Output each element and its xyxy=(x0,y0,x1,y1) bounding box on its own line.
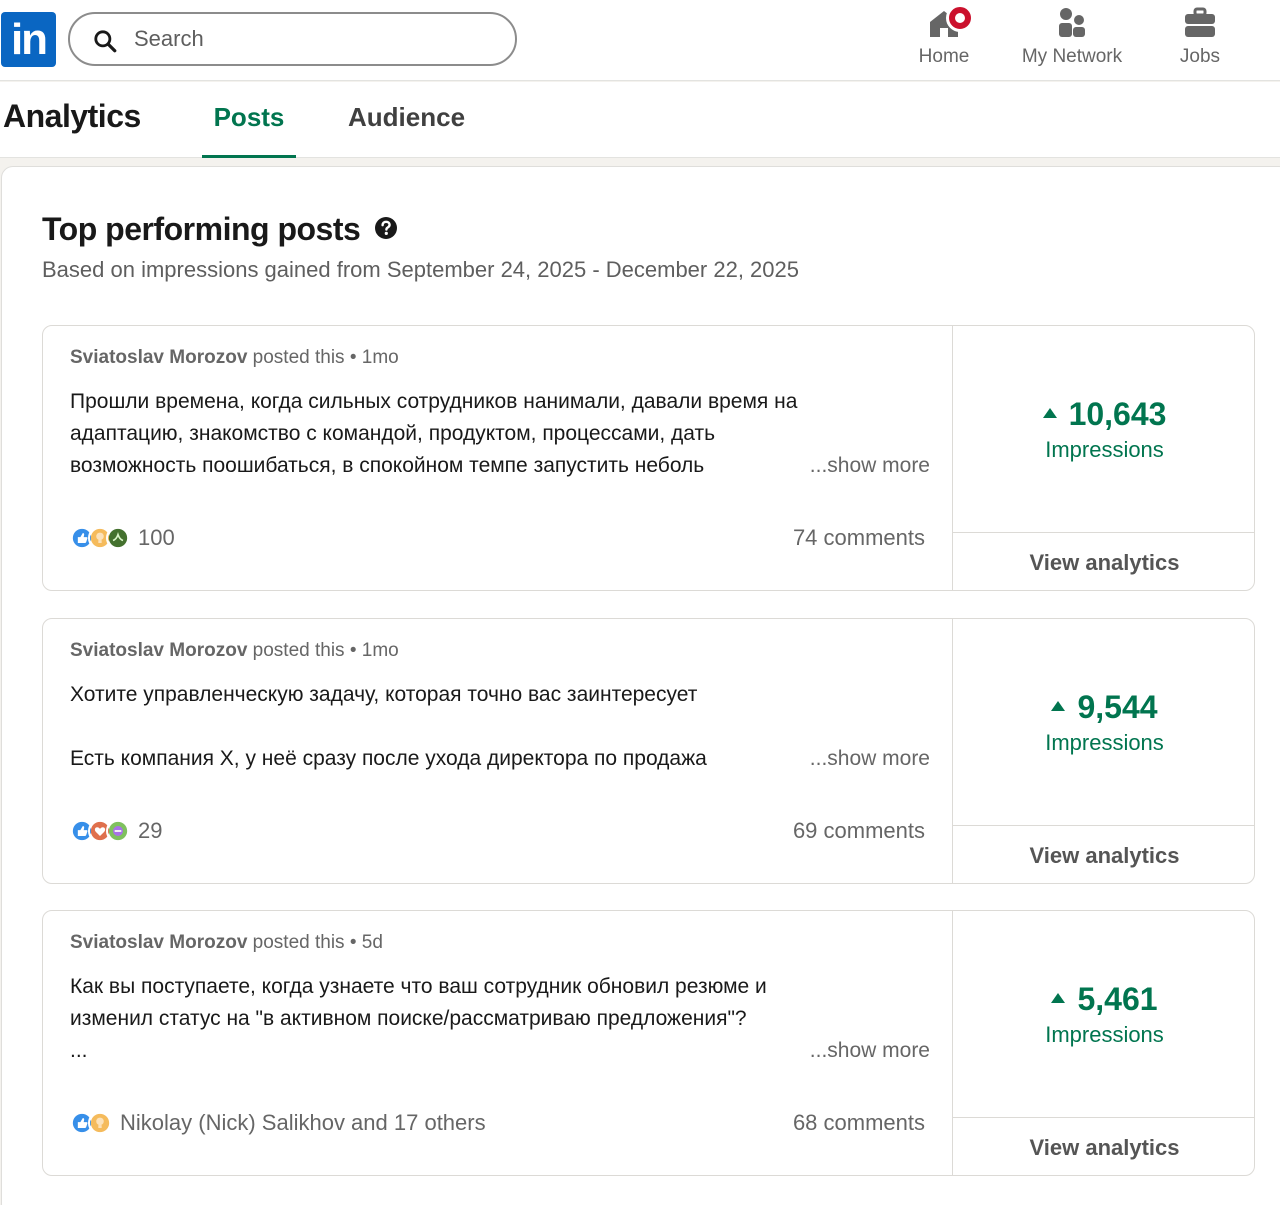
section-title: Top performing posts xyxy=(42,211,361,247)
insightful-reaction-icon xyxy=(88,1111,112,1135)
impressions-value: 5,461 xyxy=(953,981,1254,1018)
post-text-line: изменил статус на "в активном поиске/рас… xyxy=(70,1007,747,1030)
briefcase-icon xyxy=(1185,7,1215,37)
reactions[interactable]: 29 xyxy=(70,817,162,845)
trend-up-icon xyxy=(1042,407,1057,418)
tab-posts[interactable]: Posts xyxy=(202,102,296,158)
post-stats: 5,461 Impressions View analytics xyxy=(953,911,1254,1175)
post-text: Хотите управленческую задачу, которая то… xyxy=(70,679,930,775)
impressions-label: Impressions xyxy=(1045,730,1164,755)
reaction-icons xyxy=(70,819,130,843)
view-analytics-button[interactable]: View analytics xyxy=(953,1118,1254,1175)
impressions-number: 9,544 xyxy=(1077,689,1158,725)
impressions-label: Impressions xyxy=(1045,1022,1164,1047)
post-meta-suffix: posted this • 5d xyxy=(247,932,383,953)
support-reaction-icon xyxy=(106,526,130,550)
section-subtitle: Based on impressions gained from Septemb… xyxy=(42,257,799,282)
post-text-line-content: ... xyxy=(70,1039,88,1062)
impressions-number: 10,643 xyxy=(1068,396,1167,432)
reaction-count: Nikolay (Nick) Salikhov and 17 others xyxy=(120,1110,486,1135)
post-meta: Sviatoslav Morozov posted this • 5d xyxy=(70,932,383,954)
linkedin-logo[interactable]: in xyxy=(1,12,56,67)
post-text-line: Хотите управленческую задачу, которая то… xyxy=(70,683,698,706)
show-more-link[interactable]: ...show more xyxy=(797,743,930,775)
impressions-box: 5,461 Impressions xyxy=(953,911,1254,1118)
reaction-count: 29 xyxy=(138,818,163,843)
post-content[interactable]: Sviatoslav Morozov posted this • 1mo Хот… xyxy=(43,619,953,883)
top-nav: in Home My Network Jobs xyxy=(0,0,1280,81)
post-card: Sviatoslav Morozov posted this • 5d Как … xyxy=(42,910,1255,1176)
impressions-label: Impressions xyxy=(1045,437,1164,462)
reaction-icons xyxy=(70,1111,112,1135)
search-box[interactable] xyxy=(68,12,517,66)
people-icon xyxy=(1059,8,1085,37)
analytics-header: Analytics Posts Audience xyxy=(0,82,1280,158)
post-text-line-content: возможность поошибаться, в спокойном тем… xyxy=(70,454,705,477)
reaction-icons xyxy=(70,526,130,550)
post-meta: Sviatoslav Morozov posted this • 1mo xyxy=(70,640,399,662)
post-stats: 10,643 Impressions View analytics xyxy=(953,326,1254,590)
post-text-line: Как вы поступаете, когда узнаете что ваш… xyxy=(70,975,767,998)
nav-home[interactable]: Home xyxy=(912,4,976,74)
funny-reaction-icon xyxy=(106,819,130,843)
post-text: Как вы поступаете, когда узнаете что ваш… xyxy=(70,971,930,1067)
post-text-line: возможность поошибаться, в спокойном тем… xyxy=(70,450,930,482)
comment-count[interactable]: 69 comments xyxy=(793,818,925,844)
nav-jobs-label: Jobs xyxy=(1179,46,1221,67)
post-content[interactable]: Sviatoslav Morozov posted this • 1mo Про… xyxy=(43,326,953,590)
post-author[interactable]: Sviatoslav Morozov xyxy=(70,347,247,368)
post-content[interactable]: Sviatoslav Morozov posted this • 5d Как … xyxy=(43,911,953,1175)
post-text-line xyxy=(70,711,930,743)
top-posts-card: Top performing posts Based on impression… xyxy=(1,166,1280,1205)
post-stats: 9,544 Impressions View analytics xyxy=(953,619,1254,883)
impressions-number: 5,461 xyxy=(1077,981,1158,1017)
post-card: Sviatoslav Morozov posted this • 1mo Про… xyxy=(42,325,1255,591)
impressions-box: 9,544 Impressions xyxy=(953,619,1254,826)
search-icon xyxy=(94,30,117,53)
post-text: Прошли времена, когда сильных сотруднико… xyxy=(70,386,930,482)
show-more-link[interactable]: ...show more xyxy=(797,1035,930,1067)
nav-my-network[interactable]: My Network xyxy=(1012,6,1132,74)
impressions-box: 10,643 Impressions xyxy=(953,326,1254,533)
nav-my-network-label: My Network xyxy=(1021,46,1123,67)
post-meta-suffix: posted this • 1mo xyxy=(247,347,399,368)
trend-up-icon xyxy=(1051,992,1066,1003)
help-icon[interactable] xyxy=(374,216,398,240)
nav-jobs[interactable]: Jobs xyxy=(1172,6,1228,74)
reactions[interactable]: 100 xyxy=(70,524,175,552)
post-author[interactable]: Sviatoslav Morozov xyxy=(70,932,247,953)
post-meta-suffix: posted this • 1mo xyxy=(247,640,399,661)
post-text-line: Прошли времена, когда сильных сотруднико… xyxy=(70,390,798,413)
impressions-value: 9,544 xyxy=(953,689,1254,726)
post-text-line: ... ...show more xyxy=(70,1035,930,1067)
search-input[interactable] xyxy=(134,24,494,54)
post-text-line-content: Есть компания X, у неё сразу после ухода… xyxy=(70,747,707,770)
tab-audience[interactable]: Audience xyxy=(348,102,465,133)
post-author[interactable]: Sviatoslav Morozov xyxy=(70,640,247,661)
impressions-value: 10,643 xyxy=(953,396,1254,433)
view-analytics-button[interactable]: View analytics xyxy=(953,826,1254,883)
nav-home-label: Home xyxy=(918,46,970,67)
show-more-link[interactable]: ...show more xyxy=(797,450,930,482)
view-analytics-button[interactable]: View analytics xyxy=(953,533,1254,590)
post-text-line: Есть компания X, у неё сразу после ухода… xyxy=(70,743,930,775)
post-text-line: адаптацию, знакомство с командой, продук… xyxy=(70,422,716,445)
trend-up-icon xyxy=(1051,700,1066,711)
reactions[interactable]: Nikolay (Nick) Salikhov and 17 others xyxy=(70,1109,486,1137)
comment-count[interactable]: 74 comments xyxy=(793,525,925,551)
post-card: Sviatoslav Morozov posted this • 1mo Хот… xyxy=(42,618,1255,884)
reaction-count: 100 xyxy=(138,525,175,550)
page-title: Analytics xyxy=(3,98,141,134)
post-meta: Sviatoslav Morozov posted this • 1mo xyxy=(70,347,399,369)
notification-badge xyxy=(946,4,974,32)
comment-count[interactable]: 68 comments xyxy=(793,1110,925,1136)
